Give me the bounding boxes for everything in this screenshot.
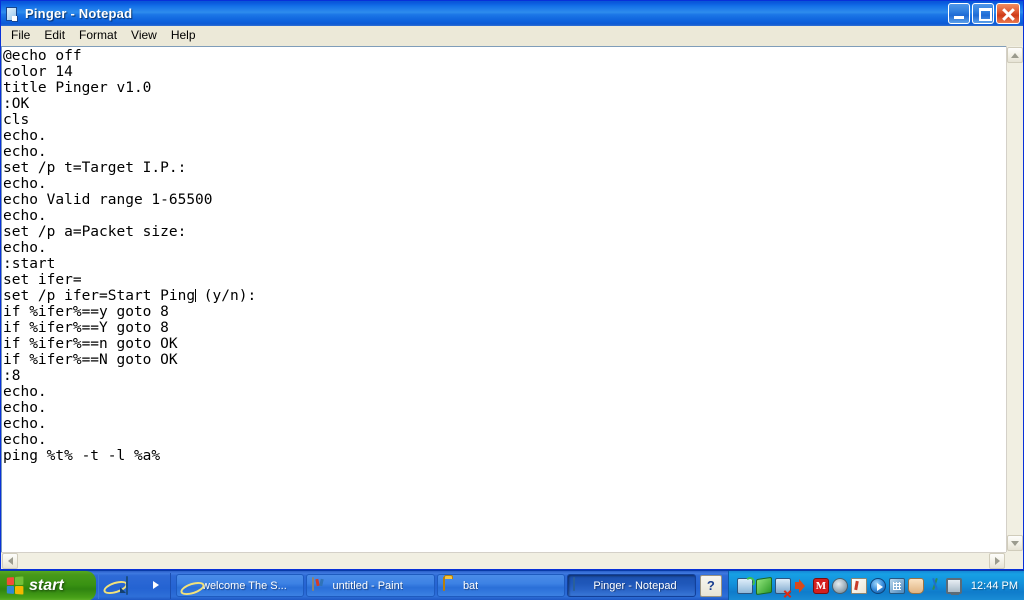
window-controls xyxy=(948,3,1020,24)
notepad-window: Pinger - Notepad File Edit Format View H… xyxy=(0,0,1024,570)
taskbar: start welcome The S... untitled - Paint … xyxy=(0,570,1024,600)
volume-icon[interactable] xyxy=(794,578,810,594)
window-title: Pinger - Notepad xyxy=(25,6,133,21)
menu-item-edit[interactable]: Edit xyxy=(37,26,72,45)
mcafee-icon[interactable]: M xyxy=(812,577,829,594)
media-play-icon[interactable] xyxy=(869,577,886,594)
notepad-tray-icon[interactable] xyxy=(850,577,867,594)
scissors-icon[interactable] xyxy=(927,578,943,594)
code-line: set /p ifer=Start Ping (y/n): xyxy=(3,288,1006,304)
minimize-button[interactable] xyxy=(948,3,970,24)
notepad-icon xyxy=(573,577,588,593)
code-line: echo Valid range 1-65500 xyxy=(3,192,213,208)
hand-tool-icon[interactable] xyxy=(907,577,924,594)
network-connection-icon[interactable] xyxy=(736,576,755,594)
menu-item-format[interactable]: Format xyxy=(72,26,124,45)
code-line: @echo off xyxy=(3,48,82,64)
taskbar-item-bat[interactable]: bat xyxy=(436,574,566,597)
start-button-label: start xyxy=(29,576,64,594)
code-line: set ifer= xyxy=(3,272,82,288)
internet-explorer-icon xyxy=(182,578,197,593)
taskbar-item-label: bat xyxy=(462,579,479,592)
scrollbar-corner xyxy=(1006,552,1023,569)
code-line: echo. xyxy=(3,384,47,400)
menu-item-file[interactable]: File xyxy=(4,26,37,45)
close-button[interactable] xyxy=(996,3,1020,24)
disc-icon[interactable] xyxy=(831,577,848,594)
scroll-down-button[interactable] xyxy=(1007,535,1023,551)
code-line-text-after-caret: (y/n): xyxy=(195,288,257,304)
menu-bar: File Edit Format View Help xyxy=(1,26,1023,46)
code-line: color 14 xyxy=(3,64,73,80)
code-line: if %ifer%==N goto OK xyxy=(3,352,178,368)
taskbar-item-label: Pinger - Notepad xyxy=(593,579,677,592)
monitor-icon[interactable] xyxy=(945,577,962,595)
start-button[interactable]: start xyxy=(0,570,96,600)
help-button[interactable]: ? xyxy=(699,574,722,597)
code-line: echo. xyxy=(3,400,47,416)
code-line: set /p t=Target I.P.: xyxy=(3,160,187,176)
taskbar-item-paint[interactable]: untitled - Paint xyxy=(306,574,435,597)
horizontal-scrollbar[interactable] xyxy=(1,552,1006,569)
code-line: set /p a=Packet size: xyxy=(3,224,187,240)
code-line: echo. xyxy=(3,176,47,192)
desktop: Pinger - Notepad File Edit Format View H… xyxy=(0,0,1024,600)
scroll-left-button[interactable] xyxy=(2,553,18,569)
network-disconnected-icon[interactable] xyxy=(774,577,791,594)
system-tray: M 12:44 PM xyxy=(727,570,1024,600)
notepad-icon xyxy=(4,6,20,22)
taskbar-buttons: welcome The S... untitled - Paint bat Pi… xyxy=(173,574,728,597)
menu-item-view[interactable]: View xyxy=(124,26,164,45)
code-line: :8 xyxy=(3,368,21,384)
title-bar[interactable]: Pinger - Notepad xyxy=(1,1,1023,26)
code-line: title Pinger v1.0 xyxy=(3,80,152,96)
folder-icon xyxy=(442,577,458,593)
taskbar-item-pinger-notepad[interactable]: Pinger - Notepad xyxy=(567,574,696,597)
horizontal-scrollbar-row xyxy=(1,552,1023,569)
grid-app-icon[interactable] xyxy=(888,577,905,594)
code-line: echo. xyxy=(3,416,47,432)
green-sync-icon[interactable] xyxy=(755,576,772,595)
quick-launch-bar xyxy=(98,572,171,599)
scroll-up-button[interactable] xyxy=(1007,47,1023,63)
code-line: ping %t% -t -l %a% xyxy=(3,448,161,464)
scroll-right-button[interactable] xyxy=(989,553,1005,569)
code-line: echo. xyxy=(3,128,47,144)
code-line: echo. xyxy=(3,240,47,256)
editor-area: @echo off color 14 title Pinger v1.0:OK cls… xyxy=(1,46,1023,569)
code-line-text-before-caret: set /p ifer=Start Ping xyxy=(3,288,196,304)
menu-item-help[interactable]: Help xyxy=(164,26,203,45)
code-line: :start xyxy=(3,256,56,272)
windows-logo-icon xyxy=(6,575,25,596)
code-line: echo. xyxy=(3,144,47,160)
code-line: cls xyxy=(3,112,30,128)
paint-icon xyxy=(312,577,327,593)
taskbar-item-welcome[interactable]: welcome The S... xyxy=(176,574,305,597)
windows-media-player-icon[interactable] xyxy=(147,577,164,594)
code-line: if %ifer%==n goto OK xyxy=(3,336,178,352)
taskbar-item-label: untitled - Paint xyxy=(332,579,403,592)
show-desktop-icon[interactable] xyxy=(126,576,143,595)
taskbar-item-label: welcome The S... xyxy=(202,579,287,592)
code-line: if %ifer%==y goto 8 xyxy=(3,304,169,320)
code-line: if %ifer%==Y goto 8 xyxy=(3,320,169,336)
clock[interactable]: 12:44 PM xyxy=(971,580,1018,592)
restore-button[interactable] xyxy=(972,3,994,24)
code-line: echo. xyxy=(3,208,47,224)
text-editor[interactable]: @echo off color 14 title Pinger v1.0:OK cls… xyxy=(1,46,1006,552)
code-line: :OK xyxy=(3,96,30,112)
code-line: echo. xyxy=(3,432,47,448)
vertical-scrollbar[interactable] xyxy=(1006,46,1023,552)
